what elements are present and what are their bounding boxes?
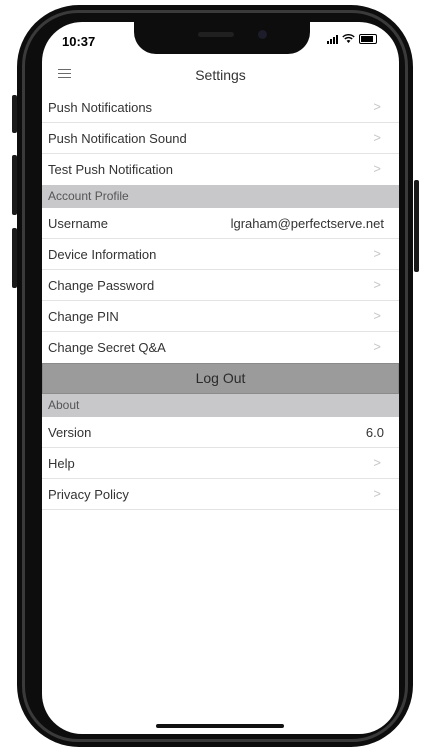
- front-camera: [258, 30, 267, 39]
- chevron-right-icon: >: [373, 339, 381, 354]
- mute-switch: [12, 95, 17, 133]
- page-title: Settings: [195, 67, 246, 83]
- home-indicator[interactable]: [156, 724, 284, 728]
- change-password-row[interactable]: Change Password >: [42, 270, 399, 301]
- chevron-right-icon: >: [373, 455, 381, 470]
- volume-up-button: [12, 155, 17, 215]
- row-label: Change Password: [48, 278, 155, 293]
- volume-down-button: [12, 228, 17, 288]
- status-time: 10:37: [62, 34, 96, 49]
- change-secret-qa-row[interactable]: Change Secret Q&A >: [42, 332, 399, 363]
- chevron-right-icon: >: [373, 308, 381, 323]
- section-label: About: [48, 398, 80, 412]
- section-header-about: About: [42, 394, 399, 417]
- change-pin-row[interactable]: Change PIN >: [42, 301, 399, 332]
- chevron-right-icon: >: [373, 246, 381, 261]
- push-notification-sound-row[interactable]: Push Notification Sound >: [42, 123, 399, 154]
- chevron-right-icon: >: [373, 161, 381, 176]
- chevron-right-icon: >: [373, 130, 381, 145]
- row-label: Push Notifications: [48, 100, 153, 115]
- logout-button[interactable]: Log Out: [42, 363, 399, 394]
- chevron-right-icon: >: [373, 277, 381, 292]
- row-label: Device Information: [48, 247, 157, 262]
- row-label: Privacy Policy: [48, 487, 129, 502]
- status-icons: [327, 34, 377, 44]
- help-row[interactable]: Help >: [42, 448, 399, 479]
- row-label: Change PIN: [48, 309, 119, 324]
- speaker-grille: [198, 32, 234, 37]
- row-label: Help: [48, 456, 75, 471]
- username-row: Username lgraham@perfectserve.net: [42, 208, 399, 239]
- settings-list: Push Notifications > Push Notification S…: [42, 92, 399, 510]
- row-label: Push Notification Sound: [48, 131, 187, 146]
- nav-bar: Settings: [42, 60, 399, 90]
- push-notifications-row[interactable]: Push Notifications >: [42, 92, 399, 123]
- logout-label: Log Out: [195, 370, 246, 386]
- section-label: Account Profile: [48, 189, 129, 203]
- section-header-account-profile: Account Profile: [42, 185, 399, 208]
- row-label: Change Secret Q&A: [48, 340, 166, 355]
- test-push-notification-row[interactable]: Test Push Notification >: [42, 154, 399, 185]
- device-information-row[interactable]: Device Information >: [42, 239, 399, 270]
- signal-icon: [327, 34, 338, 44]
- wifi-icon: [342, 34, 355, 43]
- version-row: Version 6.0: [42, 417, 399, 448]
- version-value: 6.0: [365, 425, 384, 440]
- privacy-policy-row[interactable]: Privacy Policy >: [42, 479, 399, 510]
- notch: [134, 22, 310, 54]
- chevron-right-icon: >: [373, 486, 381, 501]
- phone-screen: 10:37 Settings Push Notifications > Push…: [42, 22, 399, 734]
- username-value: lgraham@perfectserve.net: [230, 216, 384, 231]
- row-label: Username: [48, 216, 108, 231]
- battery-icon: [359, 34, 377, 44]
- row-label: Test Push Notification: [48, 162, 174, 177]
- chevron-right-icon: >: [373, 99, 381, 114]
- row-label: Version: [48, 425, 92, 440]
- power-button: [414, 180, 419, 272]
